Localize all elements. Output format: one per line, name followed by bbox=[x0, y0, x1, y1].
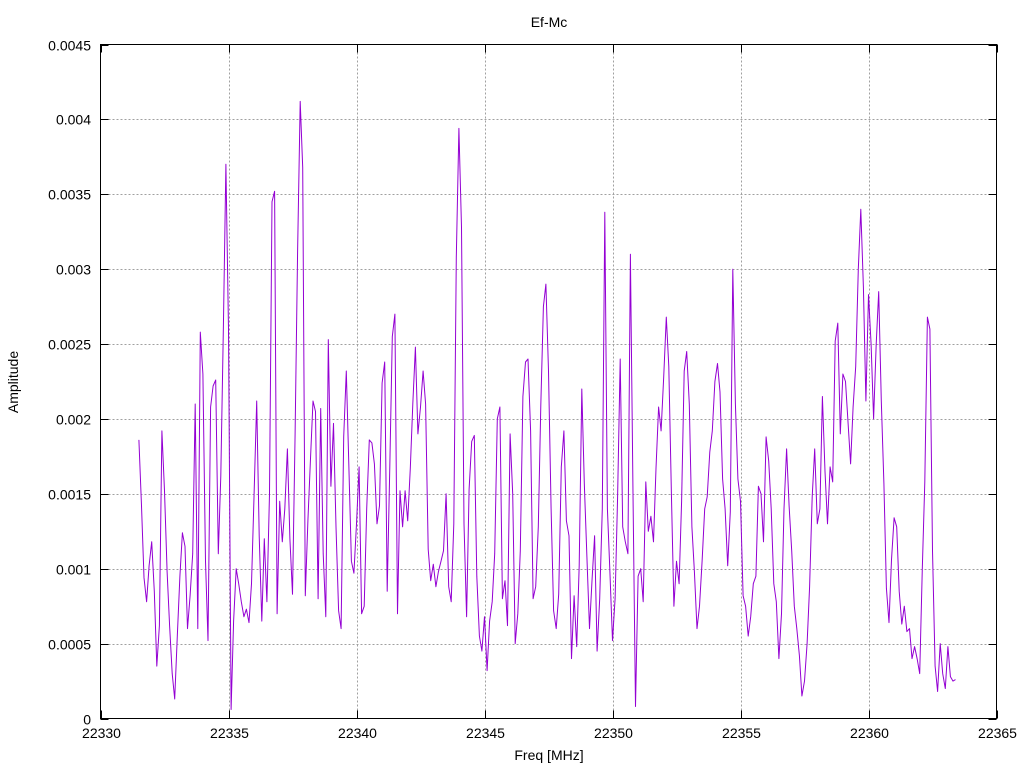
chart-container: 22330 22335 22340 22345 22350 22355 22360 22365… bbox=[0, 0, 1024, 768]
y-tick-label: 0.0045 bbox=[48, 38, 91, 54]
y-tick-label: 0.0035 bbox=[48, 187, 91, 203]
y-tick-label: 0.0005 bbox=[48, 637, 91, 653]
series-line bbox=[138, 100, 956, 710]
y-tick-label: 0.001 bbox=[56, 562, 91, 578]
x-tick-label: 22335 bbox=[210, 725, 249, 741]
y-tick-label: 0.003 bbox=[56, 262, 91, 278]
y-tick-label: 0.0025 bbox=[48, 337, 91, 353]
chart-title: Ef-Mc bbox=[531, 14, 568, 30]
y-tick-labels: 0 0.0005 0.001 0.0015 0.002 0.0025 0.003 0.0035… bbox=[48, 38, 91, 728]
y-tick-label: 0.004 bbox=[56, 112, 91, 128]
x-tick-label: 22360 bbox=[850, 725, 889, 741]
y-tick-label: 0.002 bbox=[56, 412, 91, 428]
x-axis-label: Freq [MHz] bbox=[514, 747, 583, 763]
y-axis-label: Amplitude bbox=[5, 351, 21, 413]
x-tick-label: 22340 bbox=[338, 725, 377, 741]
y-tick-label: 0 bbox=[83, 712, 91, 728]
data-series bbox=[138, 100, 956, 710]
x-tick-label: 22345 bbox=[466, 725, 505, 741]
y-tick-label: 0.0015 bbox=[48, 487, 91, 503]
line-chart: 22330 22335 22340 22345 22350 22355 22360 22365… bbox=[5, 14, 1017, 763]
x-tick-labels: 22330 22335 22340 22345 22350 22355 22360 22365 bbox=[82, 725, 1017, 741]
x-tick-label: 22350 bbox=[594, 725, 633, 741]
x-tick-label: 22365 bbox=[978, 725, 1017, 741]
x-tick-label: 22355 bbox=[722, 725, 761, 741]
